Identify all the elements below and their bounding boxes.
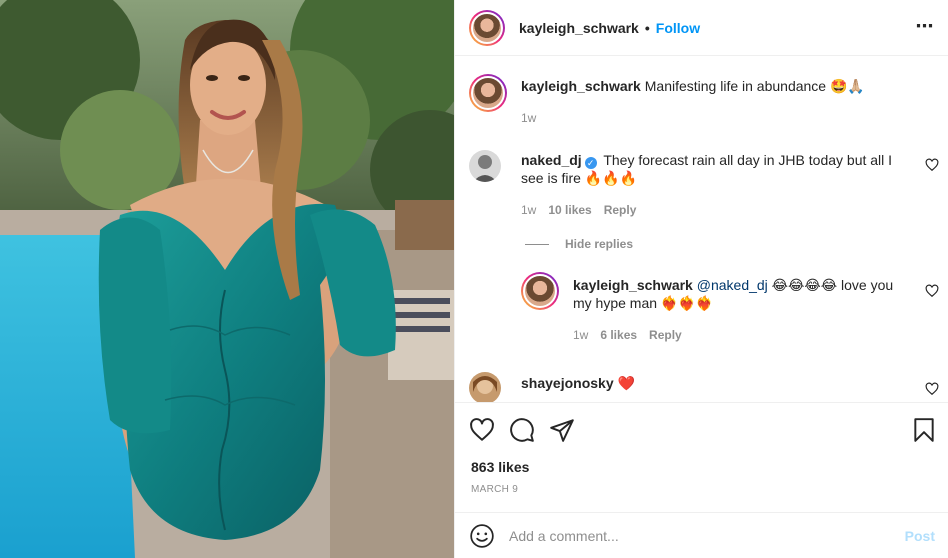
reply-reply-button[interactable]: Reply bbox=[649, 328, 682, 342]
share-icon[interactable] bbox=[549, 417, 575, 443]
comment-text: ❤️ bbox=[617, 375, 635, 391]
like-reply-heart-icon[interactable] bbox=[925, 284, 939, 298]
caption-avatar[interactable] bbox=[469, 74, 507, 112]
reply-likes[interactable]: 6 likes bbox=[600, 328, 637, 342]
post-likes-count[interactable]: 863 likes bbox=[471, 459, 529, 475]
comment-icon[interactable] bbox=[509, 417, 535, 443]
hide-replies-toggle[interactable]: Hide replies bbox=[525, 237, 633, 251]
caption: kayleigh_schwark Manifesting life in abu… bbox=[469, 74, 939, 134]
reply-mention[interactable]: @naked_dj bbox=[697, 277, 768, 293]
reply-comment: kayleigh_schwark @naked_dj 😂😂😂😂 love you… bbox=[521, 272, 939, 348]
author-username[interactable]: kayleigh_schwark bbox=[519, 20, 639, 36]
comment-username[interactable]: shayejonosky bbox=[521, 375, 614, 391]
heart-icon[interactable] bbox=[469, 417, 495, 443]
author-avatar[interactable] bbox=[469, 9, 505, 46]
more-icon[interactable]: ⋯ bbox=[913, 14, 937, 38]
commenter-avatar[interactable] bbox=[469, 372, 501, 402]
emoji-icon[interactable] bbox=[469, 523, 495, 549]
hide-replies-line bbox=[525, 243, 549, 245]
post-comment-button[interactable]: Post bbox=[905, 528, 935, 544]
caption-username[interactable]: kayleigh_schwark bbox=[521, 78, 641, 94]
instagram-post-view: kayleigh_schwark • Follow ⋯ kayleigh_sch… bbox=[0, 0, 948, 558]
bookmark-icon[interactable] bbox=[911, 417, 937, 443]
post-date[interactable]: MARCH 9 bbox=[471, 484, 518, 495]
reply-time[interactable]: 1w bbox=[573, 328, 588, 342]
add-comment-bar: Post bbox=[455, 512, 948, 558]
commenter-avatar-image bbox=[469, 372, 501, 402]
comment-likes[interactable]: 10 likes bbox=[548, 203, 591, 217]
verified-badge-icon: ✓ bbox=[584, 157, 597, 169]
like-comment-heart-icon[interactable] bbox=[925, 158, 939, 172]
caption-text: Manifesting life in abundance 🤩🙏🏼 bbox=[644, 78, 865, 94]
comment-input[interactable] bbox=[509, 527, 905, 544]
reply-button[interactable]: Reply bbox=[604, 203, 637, 217]
header-separator: • bbox=[644, 19, 650, 36]
comment: naked_dj ✓ They forecast rain all day in … bbox=[469, 148, 939, 228]
post-photo[interactable] bbox=[0, 0, 454, 558]
like-comment-heart-icon[interactable] bbox=[925, 382, 939, 396]
reply-avatar[interactable] bbox=[521, 272, 559, 310]
follow-button[interactable]: Follow bbox=[656, 20, 700, 36]
comment: shayejonosky ❤️ bbox=[469, 372, 939, 402]
comments-section[interactable]: kayleigh_schwark Manifesting life in abu… bbox=[455, 56, 948, 402]
post-actions: 863 likes MARCH 9 bbox=[455, 402, 948, 512]
post-side-panel: kayleigh_schwark • Follow ⋯ kayleigh_sch… bbox=[454, 0, 948, 558]
hide-replies-label: Hide replies bbox=[565, 237, 634, 251]
comment-username[interactable]: naked_dj bbox=[521, 152, 582, 168]
reply-username[interactable]: kayleigh_schwark bbox=[573, 277, 693, 293]
post-header: kayleigh_schwark • Follow ⋯ bbox=[455, 0, 948, 56]
comment-time[interactable]: 1w bbox=[521, 203, 536, 217]
caption-time[interactable]: 1w bbox=[521, 111, 536, 125]
commenter-avatar-image bbox=[469, 150, 501, 182]
commenter-avatar[interactable] bbox=[469, 150, 501, 182]
photo-illustration bbox=[0, 0, 454, 558]
